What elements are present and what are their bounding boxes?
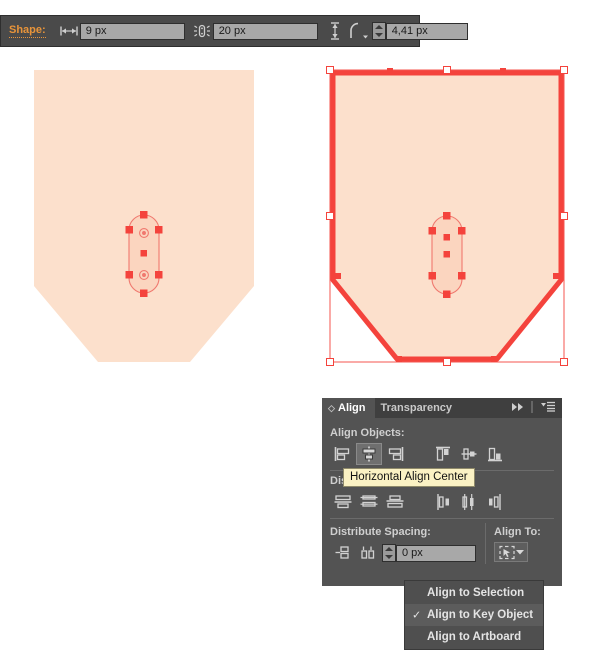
shape-width-value: 9 px (85, 25, 107, 37)
menu-item-align-to-artboard[interactable]: Align to Artboard (405, 626, 543, 648)
menu-item-label: Align to Key Object (427, 609, 534, 621)
vertical-align-top-button[interactable] (430, 443, 456, 465)
shape-toolbar: Shape: 9 px 20 px 4,41 px (0, 15, 468, 47)
horizontal-distribute-space-button[interactable] (356, 542, 382, 564)
shape-corner-field[interactable]: 20 px (212, 22, 318, 40)
vertical-distribute-center-button[interactable] (356, 491, 382, 513)
tab-align-label: Align (338, 402, 366, 414)
check-icon: ✓ (412, 609, 422, 622)
align-to-label: Align To: (494, 526, 541, 538)
dist-left-icon (437, 494, 449, 510)
tab-grip-icon: ◇ (328, 402, 335, 413)
panel-menu-icon[interactable] (540, 401, 556, 415)
panel-tab-bar: ◇ Align Transparency (322, 398, 562, 418)
height-arrows-icon (324, 21, 346, 41)
tooltip-text: Horizontal Align Center (350, 471, 468, 483)
horizontal-distribute-left-button[interactable] (430, 491, 456, 513)
horizontal-align-center-button[interactable] (356, 443, 382, 465)
horizontal-align-left-button[interactable] (330, 443, 356, 465)
corner-points-icon (191, 21, 213, 41)
align-panel: ◇ Align Transparency Align Objects: Dist… (322, 398, 562, 586)
pentagon-shape-unselected[interactable] (34, 70, 254, 362)
panel-divider-2 (330, 518, 554, 519)
distribute-spacing-field[interactable]: 0 px (396, 544, 476, 562)
dist-hcenter-icon (462, 494, 474, 510)
double-chevron-right-icon[interactable] (511, 402, 525, 415)
spacing-stepper[interactable] (382, 544, 396, 562)
horizontal-distribute-center-button[interactable] (456, 491, 482, 513)
dist-vspace-icon (335, 546, 349, 559)
menu-item-label: Align to Artboard (427, 631, 522, 643)
vertical-align-center-button[interactable] (456, 443, 482, 465)
shape-width-field[interactable]: 9 px (79, 22, 185, 40)
stadium-shape[interactable] (125, 211, 163, 297)
align-bottom-icon (488, 447, 502, 462)
tab-transparency[interactable]: Transparency (374, 398, 462, 418)
dist-right-icon (489, 494, 501, 510)
menu-item-label: Align to Selection (427, 587, 525, 599)
dist-bottom-icon (386, 495, 404, 508)
width-arrows-icon (58, 21, 80, 41)
distribute-objects-row (330, 491, 554, 513)
align-to-key-object-icon (498, 545, 515, 559)
distribute-spacing-row: 0 px (330, 542, 477, 564)
vertical-align-bottom-button[interactable] (482, 443, 508, 465)
align-top-icon (436, 446, 450, 461)
shape-radius-value: 4,41 px (391, 25, 428, 37)
align-left-icon (334, 447, 350, 461)
tab-transparency-label: Transparency (380, 402, 453, 414)
align-objects-label: Align Objects: (330, 427, 405, 439)
align-to-menu: Align to Selection ✓ Align to Key Object… (404, 580, 544, 650)
shape-corner-value: 20 px (218, 25, 246, 37)
panel-vertical-divider (485, 523, 486, 564)
horizontal-distribute-right-button[interactable] (482, 491, 508, 513)
vertical-distribute-space-button[interactable] (330, 542, 356, 564)
dist-vcenter-icon (360, 495, 378, 507)
shape-radius-field[interactable]: 4,41 px (385, 22, 468, 40)
vertical-distribute-bottom-button[interactable] (382, 491, 408, 513)
menu-item-align-to-selection[interactable]: Align to Selection (405, 582, 543, 604)
vertical-distribute-top-button[interactable] (330, 491, 356, 513)
menu-item-align-to-key-object[interactable]: ✓ Align to Key Object (405, 604, 543, 626)
pentagon-shape-selected[interactable] (324, 64, 570, 368)
align-to-dropdown-button[interactable] (494, 542, 528, 562)
horizontal-align-right-button[interactable] (382, 443, 408, 465)
dist-top-icon (334, 495, 352, 509)
align-right-icon (388, 447, 404, 461)
align-hcenter-icon (362, 446, 376, 462)
distribute-spacing-value: 0 px (402, 547, 423, 559)
shape-label: Shape: (9, 24, 46, 38)
tab-divider (531, 400, 534, 416)
stadium-shape-right[interactable] (428, 212, 466, 298)
align-vcenter-icon (461, 448, 477, 460)
dist-hspace-icon (361, 546, 375, 559)
chevron-down-icon (515, 550, 524, 555)
radius-stepper[interactable] (371, 22, 386, 40)
corner-radius-icon[interactable] (346, 21, 372, 41)
align-tooltip: Horizontal Align Center (343, 468, 475, 487)
tab-align[interactable]: ◇ Align (322, 398, 375, 418)
align-objects-row (330, 443, 554, 465)
distribute-spacing-label: Distribute Spacing: (330, 526, 431, 538)
